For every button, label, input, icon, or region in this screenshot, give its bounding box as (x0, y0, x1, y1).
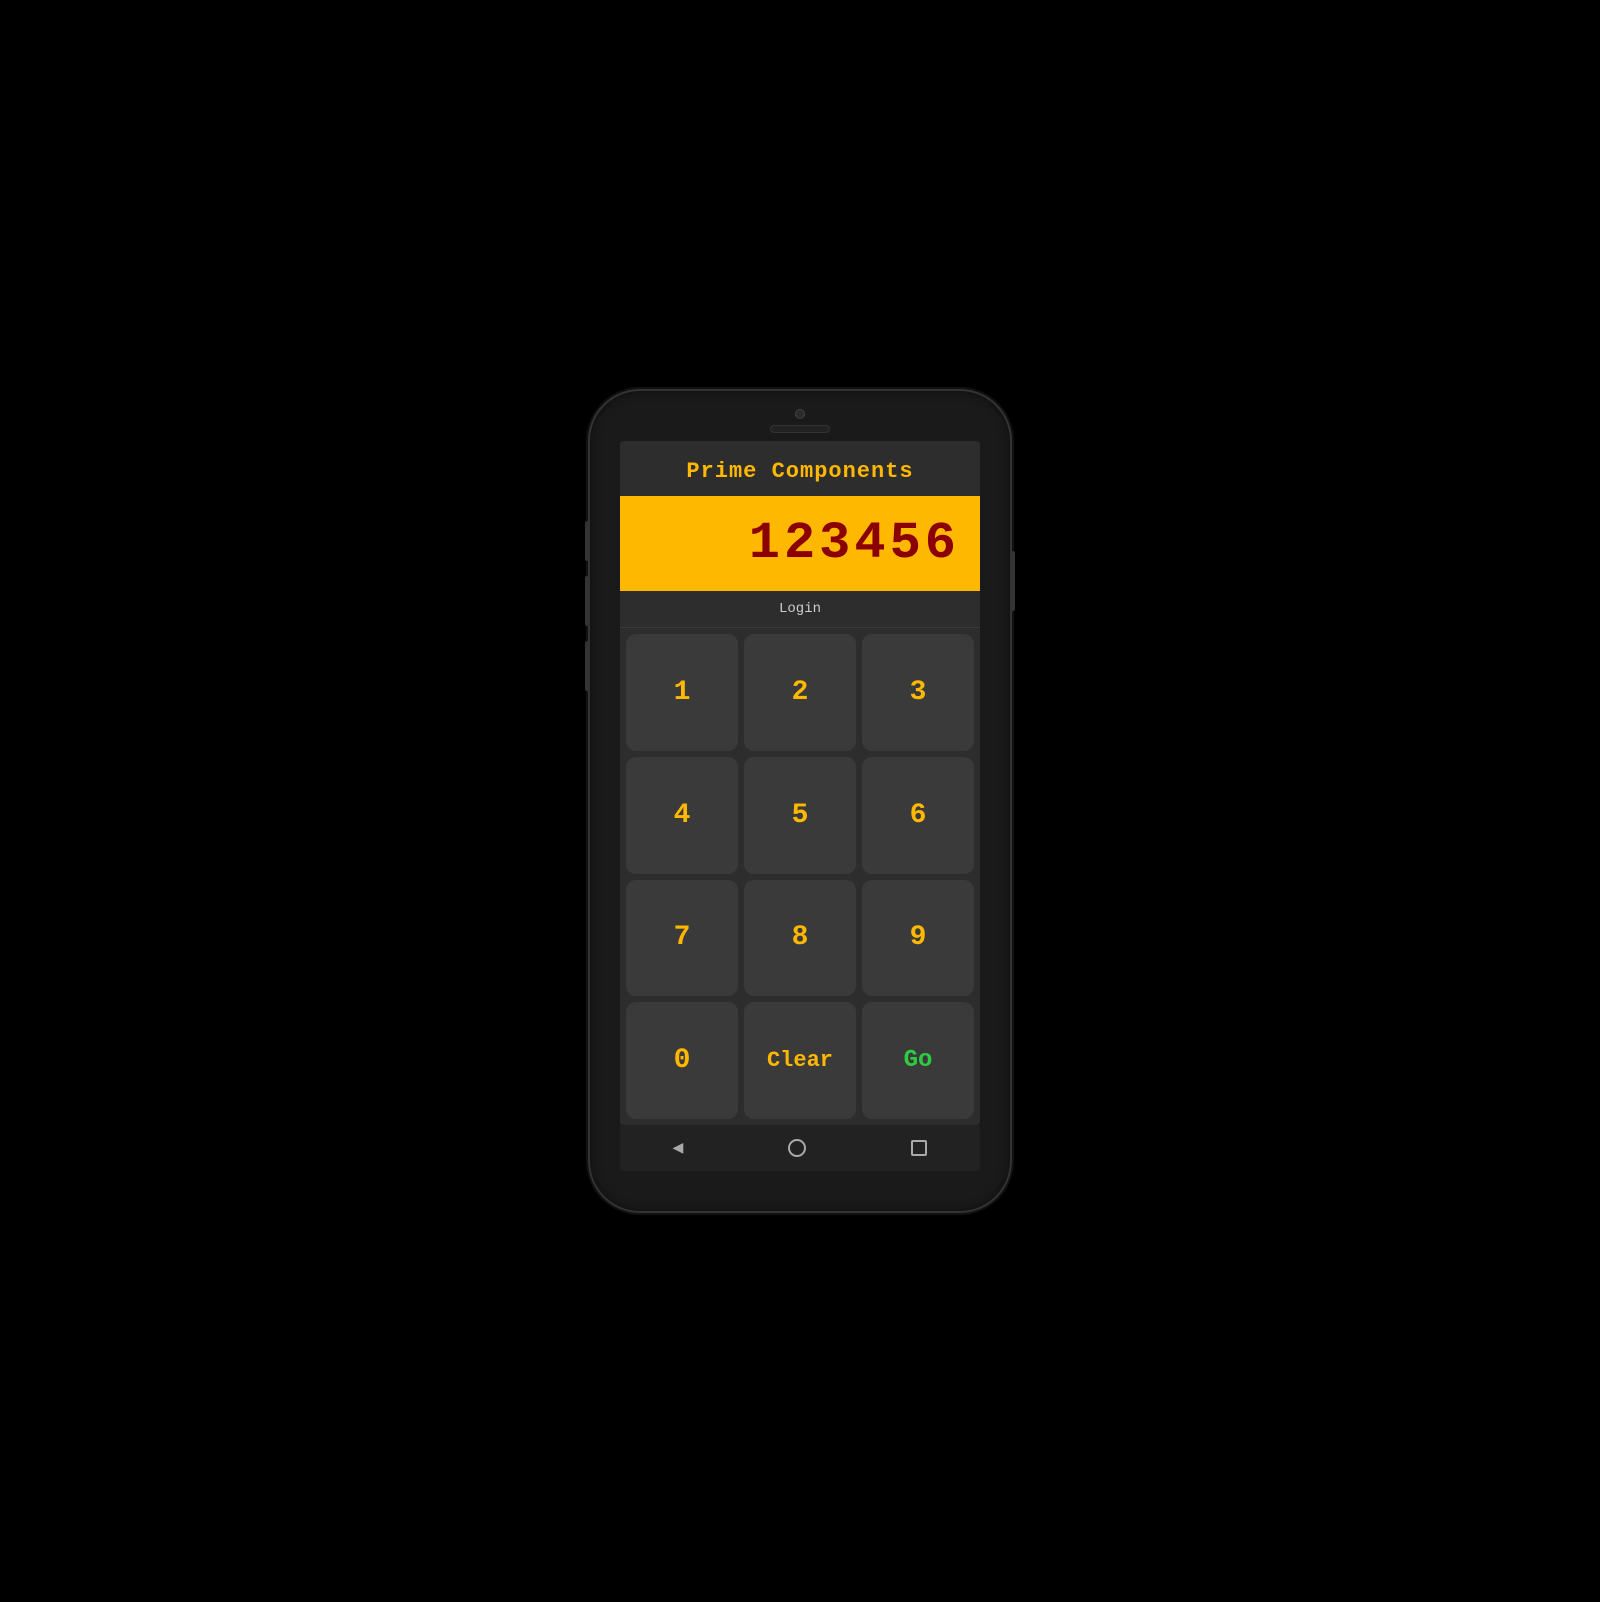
power-button (1011, 551, 1015, 611)
silent-button (585, 641, 589, 691)
recent-nav-button[interactable] (911, 1140, 927, 1156)
keypad: 1 2 3 4 5 6 7 8 9 0 Clear Go (620, 628, 980, 1125)
volume-down-button (585, 576, 589, 626)
phone-bottom (590, 1171, 1010, 1211)
app-title: Prime Components (620, 441, 980, 496)
home-nav-button[interactable] (788, 1139, 806, 1157)
clear-button[interactable]: Clear (744, 1002, 856, 1119)
key-9-button[interactable]: 9 (862, 880, 974, 997)
key-2-button[interactable]: 2 (744, 634, 856, 751)
key-7-button[interactable]: 7 (626, 880, 738, 997)
display-area: 123456 (620, 496, 980, 591)
speaker-icon (770, 425, 830, 433)
key-3-button[interactable]: 3 (862, 634, 974, 751)
login-label: Login (620, 591, 980, 628)
nav-bar: ◀ (620, 1125, 980, 1171)
camera-icon (795, 409, 805, 419)
key-6-button[interactable]: 6 (862, 757, 974, 874)
key-4-button[interactable]: 4 (626, 757, 738, 874)
key-0-button[interactable]: 0 (626, 1002, 738, 1119)
volume-up-button (585, 521, 589, 561)
back-nav-button[interactable]: ◀ (673, 1137, 684, 1159)
key-5-button[interactable]: 5 (744, 757, 856, 874)
go-button[interactable]: Go (862, 1002, 974, 1119)
display-number: 123456 (640, 514, 960, 573)
phone-screen: Prime Components 123456 Login 1 2 3 4 5 … (620, 441, 980, 1125)
key-8-button[interactable]: 8 (744, 880, 856, 997)
phone-device: Prime Components 123456 Login 1 2 3 4 5 … (590, 391, 1010, 1211)
key-1-button[interactable]: 1 (626, 634, 738, 751)
phone-top-bar (590, 391, 1010, 441)
